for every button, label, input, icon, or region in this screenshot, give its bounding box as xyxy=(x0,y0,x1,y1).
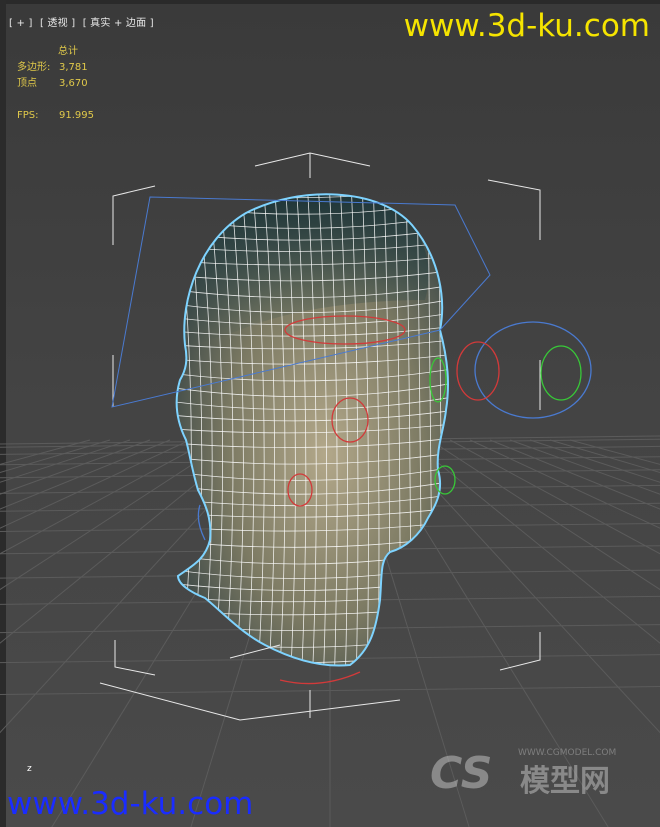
left-eye-control xyxy=(540,345,582,401)
grid-line xyxy=(0,439,171,510)
stats-header: 总计 xyxy=(58,46,78,57)
statistics-overlay: 总计 多边形: 3,781 顶点 3,670 FPS: 91.995 xyxy=(17,44,94,124)
stats-polygons-row: 多边形: 3,781 xyxy=(17,60,94,76)
viewport-plus-menu[interactable]: [ + ] xyxy=(9,18,33,29)
stats-fps-value: 91.995 xyxy=(59,110,94,121)
head-pivot-control xyxy=(197,504,206,541)
cgmodel-logo-icon: CS xyxy=(430,748,493,799)
grid-line xyxy=(0,439,111,474)
stats-polygons-value: 3,781 xyxy=(59,62,88,73)
grid-line xyxy=(0,439,231,591)
stats-fps-row: FPS: 91.995 xyxy=(17,108,94,124)
viewport-view-menu[interactable]: [ 透视 ] xyxy=(40,18,75,29)
neck-control xyxy=(279,671,361,685)
stats-vertices-row: 顶点 3,670 xyxy=(17,76,94,92)
perspective-viewport[interactable]: [ + ] [ 透视 ] [ 真实 + 边面 ] 总计 多边形: 3,781 顶… xyxy=(0,0,660,827)
bbox-corner xyxy=(112,185,156,245)
scene-canvas[interactable] xyxy=(0,0,660,827)
cgmodel-logo-text: 模型网 xyxy=(520,764,610,799)
axis-gizmo-z-label: z xyxy=(27,764,32,774)
bbox-corner xyxy=(487,179,541,240)
stats-polygons-label: 多边形: xyxy=(17,62,51,73)
watermark-top: www.3d-ku.com xyxy=(403,8,650,44)
viewport-label-menu[interactable]: [ + ] [ 透视 ] [ 真实 + 边面 ] xyxy=(9,14,158,29)
bbox-corner xyxy=(254,152,371,167)
bbox-corner xyxy=(229,644,281,659)
eye-target-control xyxy=(474,321,592,419)
stats-vertices-label: 顶点 xyxy=(17,78,37,89)
grid-line xyxy=(0,439,91,465)
grid-line xyxy=(0,439,151,495)
bbox-corner xyxy=(99,682,401,721)
wire-column xyxy=(450,180,455,690)
right-eye-control xyxy=(456,341,500,401)
stats-vertices-value: 3,670 xyxy=(59,78,88,89)
stats-fps-label: FPS: xyxy=(17,110,39,121)
watermark-bottom: www.3d-ku.com xyxy=(7,786,254,822)
viewport-shading-menu[interactable]: [ 真实 + 边面 ] xyxy=(83,18,154,29)
bbox-corner xyxy=(499,632,541,671)
